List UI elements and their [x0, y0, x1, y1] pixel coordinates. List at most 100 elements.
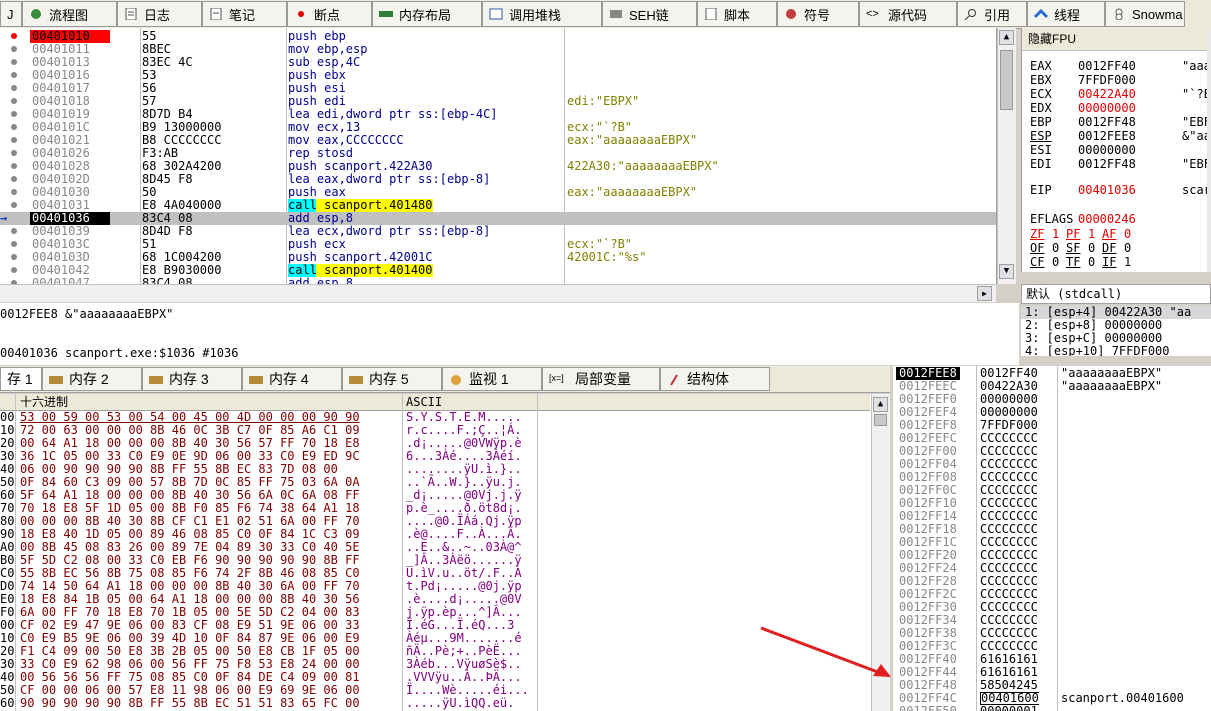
register-name: ESP	[1030, 129, 1052, 143]
tab-call-stack[interactable]: 调用堆栈	[482, 1, 602, 27]
disasm-row[interactable]: 00401047 83C4 08 add esp,8	[0, 277, 996, 284]
register-name: EBP	[1030, 115, 1052, 129]
scroll-thumb[interactable]	[1000, 50, 1013, 110]
struct-icon	[667, 373, 681, 386]
stack-row[interactable]: 0012FF50 00000001	[893, 705, 1211, 711]
line-marker-icon[interactable]	[10, 173, 18, 186]
tab-notes[interactable]: 笔记	[202, 1, 287, 27]
tab-graph[interactable]: 流程图	[22, 1, 117, 27]
tab-source[interactable]: <> 源代码	[859, 1, 957, 27]
hex-row-address: 60	[0, 696, 15, 710]
tab-snowman[interactable]: Snowma	[1105, 1, 1185, 27]
line-marker-icon[interactable]	[10, 251, 18, 264]
disassembly-view[interactable]: 00401010 55 push ebp 00401011 8BEC mov ebp,es…	[0, 28, 997, 284]
current-ip-arrow-icon[interactable]: →	[0, 212, 7, 225]
hex-row[interactable]: 60 90 90 90 90 90 8B FF 55 8B EC 51 51 83…	[0, 697, 870, 710]
register-value[interactable]: 00000246	[1078, 212, 1136, 226]
line-marker-icon[interactable]	[10, 160, 18, 173]
line-marker-icon[interactable]	[10, 186, 18, 199]
tab-label: 内存 4	[269, 371, 309, 387]
tab-label: 内存布局	[399, 7, 452, 23]
tab-memory-map[interactable]: 内存布局	[372, 1, 482, 27]
register-value[interactable]: 00422A40	[1078, 87, 1136, 101]
flag-value[interactable]: 0	[1088, 255, 1095, 269]
hex-row-ascii[interactable]: .....ÿU.ìQQ.eü.	[406, 697, 514, 710]
flag-value[interactable]: 0	[1124, 241, 1131, 255]
tab-watch-1[interactable]: 监视 1	[442, 367, 542, 391]
tab-label: 存 1	[7, 371, 33, 387]
tab-struct[interactable]: 结构体	[660, 367, 770, 391]
tab-log[interactable]: 日志	[117, 1, 202, 27]
tab-label: 流程图	[49, 7, 89, 23]
tab-references[interactable]: 引用	[957, 1, 1027, 27]
flag-value[interactable]: 0	[1052, 241, 1059, 255]
tab-cpu[interactable]: J	[0, 1, 22, 27]
register-value[interactable]: 00401036	[1078, 183, 1136, 197]
tab-dump-3[interactable]: 内存 3	[142, 367, 242, 391]
register-value[interactable]: 00000000	[1078, 143, 1136, 157]
instruction-comment: 42001C:"%s"	[567, 250, 647, 264]
tab-dump-5[interactable]: 内存 5	[342, 367, 442, 391]
line-marker-icon[interactable]	[10, 95, 18, 108]
info-pane: 0012FEE8 &"aaaaaaaaEBPX" 00401036 scanpo…	[0, 303, 1019, 365]
line-marker-icon[interactable]	[10, 199, 18, 212]
flag-value[interactable]: 1	[1052, 227, 1059, 241]
instruction-comment: edi:"EBPX"	[567, 94, 640, 108]
line-marker-icon[interactable]	[10, 238, 18, 251]
argument-row[interactable]: 4: [esp+10] 7FFDF000	[1021, 345, 1211, 357]
disasm-horizontal-scrollbar[interactable]: ▶	[0, 284, 996, 302]
line-marker-icon[interactable]	[10, 108, 18, 121]
scroll-thumb[interactable]	[874, 414, 887, 426]
tab-label: Snowma	[1132, 6, 1183, 22]
stack-value[interactable]: 00000001	[980, 705, 1038, 711]
tab-threads[interactable]: 线程	[1027, 1, 1105, 27]
scroll-up-button[interactable]: ▲	[873, 397, 888, 412]
tab-locals[interactable]: [x=] 局部变量	[542, 367, 660, 391]
breakpoint-icon[interactable]	[10, 30, 18, 43]
register-name: ECX	[1030, 87, 1052, 101]
line-marker-icon[interactable]	[10, 225, 18, 238]
instruction-address[interactable]: 00401047	[30, 277, 110, 285]
line-marker-icon[interactable]	[10, 82, 18, 95]
threads-icon	[1033, 8, 1049, 20]
register-value[interactable]: 0012FF40	[1078, 59, 1136, 73]
tab-script[interactable]: 脚本	[697, 1, 777, 27]
flag-value[interactable]: 1	[1088, 227, 1095, 241]
line-marker-icon[interactable]	[10, 121, 18, 134]
hex-row-bytes[interactable]: 90 90 90 90 90 8B FF 55 8B EC 51 51 83 6…	[20, 697, 360, 710]
scroll-right-button[interactable]: ▶	[977, 286, 992, 301]
tab-breakpoints[interactable]: 断点	[287, 1, 372, 27]
hide-fpu-button[interactable]: 隐藏FPU	[1022, 28, 1211, 51]
line-marker-icon[interactable]	[10, 56, 18, 69]
scroll-down-button[interactable]: ▼	[999, 264, 1014, 279]
flag-value[interactable]: 1	[1124, 255, 1131, 269]
stack-view[interactable]: 0012FEE8 0012FF40 "aaaaaaaaEBPX" 0012FEEC 00…	[893, 366, 1211, 711]
line-marker-icon[interactable]	[10, 134, 18, 147]
line-marker-icon[interactable]	[10, 147, 18, 160]
line-marker-icon[interactable]	[10, 277, 18, 284]
tab-dump-2[interactable]: 内存 2	[42, 367, 142, 391]
calling-convention-select[interactable]: 默认 (stdcall)	[1021, 284, 1211, 304]
line-marker-icon[interactable]	[10, 264, 18, 277]
scroll-up-button[interactable]: ▲	[999, 30, 1014, 45]
flag-value[interactable]: 0	[1088, 241, 1095, 255]
register-value[interactable]: 00000000	[1078, 101, 1136, 115]
register-value[interactable]: 0012FEE8	[1078, 129, 1136, 143]
flag-value[interactable]: 0	[1124, 227, 1131, 241]
line-marker-icon[interactable]	[10, 43, 18, 56]
line-marker-icon[interactable]	[10, 69, 18, 82]
register-value[interactable]: 0012FF48	[1078, 115, 1136, 129]
tab-label: J	[7, 6, 14, 22]
register-value[interactable]: 0012FF48	[1078, 157, 1136, 171]
registers-scrollbar[interactable]	[1207, 28, 1211, 272]
stack-address[interactable]: 0012FF50	[899, 705, 957, 711]
tab-dump-4[interactable]: 内存 4	[242, 367, 342, 391]
tab-seh-chain[interactable]: SEH链	[602, 1, 697, 27]
register-value[interactable]: 7FFDF000	[1078, 73, 1136, 87]
tab-symbols[interactable]: 符号	[777, 1, 859, 27]
instruction-bytes: 83C4 08	[142, 276, 193, 285]
disasm-vertical-scrollbar[interactable]: ▲ ▼	[997, 28, 1016, 284]
flag-value[interactable]: 0	[1052, 255, 1059, 269]
flag-name: OF	[1030, 241, 1045, 255]
tab-dump-1[interactable]: 存 1	[0, 367, 42, 391]
